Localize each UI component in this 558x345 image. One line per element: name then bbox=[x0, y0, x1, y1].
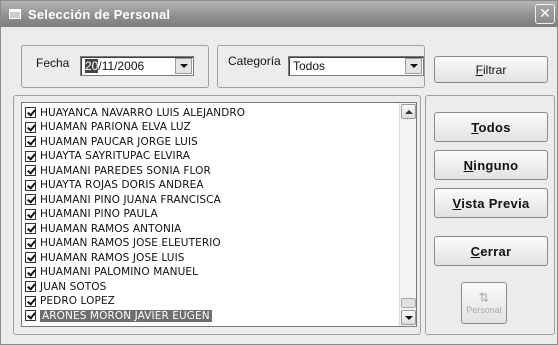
list-item[interactable]: ARONES MORON JAVIER EUGEN bbox=[25, 309, 395, 322]
list-item-checkbox[interactable] bbox=[25, 295, 36, 307]
list-item[interactable]: HUAMAN RAMOS JOSE ELEUTERIO bbox=[25, 237, 395, 250]
list-item[interactable]: JUAN SOTOS bbox=[25, 280, 395, 293]
window-title: Selección de Personal bbox=[28, 6, 171, 22]
todos-button[interactable]: Todos bbox=[434, 112, 548, 142]
list-item[interactable]: HUAMAN PARIONA ELVA LUZ bbox=[25, 121, 395, 134]
list-item-checkbox[interactable] bbox=[25, 179, 36, 191]
personal-listbox[interactable]: HUAYANCA NAVARRO LUIS ALEJANDRO HUAMAN PA… bbox=[21, 102, 417, 327]
list-item[interactable]: HUAYTA ROJAS DORIS ANDREA bbox=[25, 179, 395, 192]
list-item-label: HUAMAN RAMOS JOSE ELEUTERIO bbox=[40, 237, 221, 249]
filtrar-label: Filtrar bbox=[475, 62, 507, 77]
list-item[interactable]: HUAYANCA NAVARRO LUIS ALEJANDRO bbox=[25, 106, 395, 119]
list-item-checkbox[interactable] bbox=[25, 252, 36, 263]
ninguno-button[interactable]: Ninguno bbox=[434, 150, 548, 180]
close-icon: ✕ bbox=[539, 5, 551, 21]
fecha-day-segment[interactable]: 20 bbox=[85, 59, 99, 73]
scroll-down-icon bbox=[404, 315, 413, 320]
list-item-label: HUAMAN RAMOS JOSE LUIS bbox=[40, 251, 185, 264]
list-item-label: ARONES MORON JAVIER EUGEN bbox=[40, 309, 212, 322]
list-scrollbar[interactable] bbox=[399, 103, 416, 326]
list-item[interactable]: HUAYTA SAYRITUPAC ELVIRA bbox=[25, 150, 395, 163]
list-item-label: HUAMANI PINO PAULA bbox=[40, 208, 158, 220]
scroll-down-button[interactable] bbox=[401, 310, 416, 325]
scroll-thumb[interactable] bbox=[401, 298, 416, 308]
categoria-dropdown-button[interactable] bbox=[405, 58, 422, 74]
categoria-value: Todos bbox=[293, 59, 326, 73]
list-item-label: PEDRO LOPEZ bbox=[40, 295, 115, 307]
fecha-group: Fecha 20/11/2006 bbox=[21, 45, 209, 88]
list-item[interactable]: HUAMANI PAREDES SONIA FLOR bbox=[25, 164, 395, 177]
list-item-label: HUAMANI PALOMINO MANUEL bbox=[40, 266, 199, 278]
list-item[interactable]: HUAMANI PALOMINO MANUEL bbox=[25, 266, 395, 279]
list-item[interactable]: HUAMANI PINO PAULA bbox=[25, 208, 395, 221]
list-item-checkbox[interactable] bbox=[25, 107, 36, 118]
list-item-label: HUAMANI PINO JUANA FRANCISCA bbox=[40, 193, 221, 206]
filtrar-button[interactable]: Filtrar bbox=[434, 56, 548, 83]
sort-personal-label: Personal bbox=[466, 305, 502, 315]
list-item[interactable]: HUAMAN RAMOS ANTONIA bbox=[25, 222, 395, 235]
chevron-down-icon bbox=[179, 64, 188, 68]
list-item-label: HUAYTA SAYRITUPAC ELVIRA bbox=[40, 150, 191, 162]
categoria-select[interactable]: Todos bbox=[288, 56, 424, 76]
ninguno-label: Ninguno bbox=[463, 157, 519, 173]
list-item-label: JUAN SOTOS bbox=[40, 280, 107, 293]
fecha-label: Fecha bbox=[36, 56, 70, 70]
list-item-checkbox[interactable] bbox=[25, 208, 36, 220]
title-bar[interactable]: Selección de Personal ✕ bbox=[1, 1, 557, 27]
scroll-up-icon bbox=[404, 109, 413, 114]
list-item-checkbox[interactable] bbox=[25, 223, 36, 234]
list-item[interactable]: HUAMANI PINO JUANA FRANCISCA bbox=[25, 193, 395, 206]
chevron-down-icon bbox=[409, 64, 418, 68]
window-menu-icon[interactable] bbox=[9, 9, 21, 19]
list-item-label: HUAMAN PAUCAR JORGE LUIS bbox=[40, 135, 198, 148]
list-item-checkbox[interactable] bbox=[25, 281, 36, 292]
sort-personal-button[interactable]: ⇅ Personal bbox=[461, 282, 507, 324]
list-item-checkbox[interactable] bbox=[25, 150, 36, 162]
list-item[interactable]: HUAMAN RAMOS JOSE LUIS bbox=[25, 251, 395, 264]
list-item-checkbox[interactable] bbox=[25, 121, 36, 133]
fecha-dropdown-button[interactable] bbox=[175, 58, 192, 74]
list-item-label: HUAMANI PAREDES SONIA FLOR bbox=[40, 164, 211, 177]
list-item[interactable]: PEDRO LOPEZ bbox=[25, 295, 395, 308]
close-button[interactable]: ✕ bbox=[535, 4, 555, 24]
list-item-checkbox[interactable] bbox=[25, 237, 36, 249]
fecha-date-picker[interactable]: 20/11/2006 bbox=[80, 56, 194, 76]
list-item[interactable]: HUAMAN PAUCAR JORGE LUIS bbox=[25, 135, 395, 148]
list-item-label: HUAMAN PARIONA ELVA LUZ bbox=[40, 121, 191, 133]
vista-previa-label: Vista Previa bbox=[452, 195, 530, 211]
list-item-label: HUAYANCA NAVARRO LUIS ALEJANDRO bbox=[40, 106, 246, 119]
cerrar-label: Cerrar bbox=[470, 243, 512, 259]
todos-label: Todos bbox=[471, 119, 511, 135]
fecha-rest: /11/2006 bbox=[98, 59, 145, 73]
cerrar-button[interactable]: Cerrar bbox=[434, 236, 548, 266]
list-item-checkbox[interactable] bbox=[25, 266, 36, 278]
list-item-checkbox[interactable] bbox=[25, 310, 36, 321]
sort-az-icon: ⇅ bbox=[478, 290, 490, 305]
list-item-checkbox[interactable] bbox=[25, 194, 36, 205]
categoria-label: Categoría bbox=[228, 54, 281, 68]
list-item-checkbox[interactable] bbox=[25, 136, 36, 147]
scroll-up-button[interactable] bbox=[401, 104, 416, 119]
list-item-label: HUAYTA ROJAS DORIS ANDREA bbox=[40, 179, 204, 191]
list-item-checkbox[interactable] bbox=[25, 165, 36, 176]
seleccion-personal-window: Selección de Personal ✕ Fecha 20/11/2006… bbox=[0, 0, 558, 345]
vista-previa-button[interactable]: Vista Previa bbox=[434, 188, 548, 218]
categoria-group: Categoría Todos bbox=[217, 45, 425, 88]
list-item-label: HUAMAN RAMOS ANTONIA bbox=[40, 222, 182, 235]
